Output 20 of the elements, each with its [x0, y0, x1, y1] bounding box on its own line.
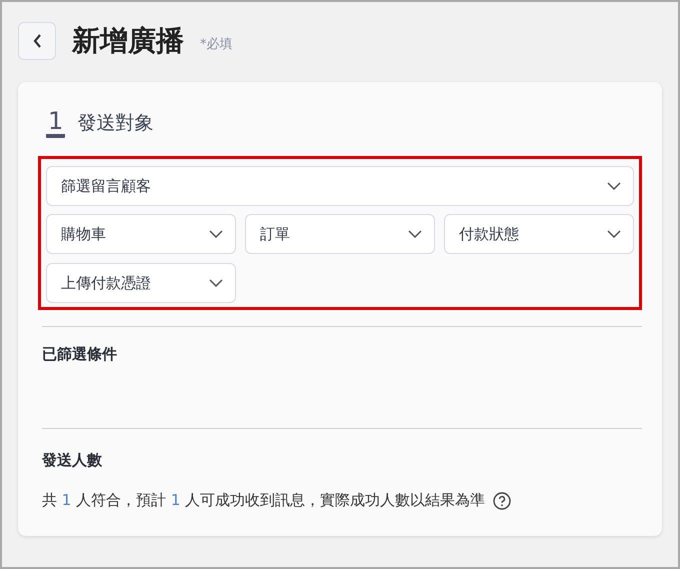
chevron-down-icon [209, 230, 223, 238]
filter-dropdown[interactable]: 購物車 [46, 214, 236, 254]
filter-dropdown[interactable]: 篩選留言顧客 [46, 166, 634, 206]
back-icon [32, 34, 42, 48]
back-button[interactable] [18, 22, 56, 60]
filter-dropdown[interactable]: 上傳付款憑證 [46, 263, 236, 304]
chevron-down-icon [209, 279, 223, 288]
section-title: 已篩選條件 [42, 344, 118, 366]
filter-dropdown[interactable]: 訂單 [245, 214, 435, 254]
chevron-down-icon [607, 230, 621, 238]
chevron-down-icon [607, 182, 621, 190]
filter-dropdown[interactable]: 付款狀態 [444, 214, 634, 254]
section-title: 發送人數 [42, 450, 103, 471]
required-note: *必填 [200, 36, 232, 54]
recipient-summary: 共 1 人符合，預計 1 人可成功收到訊息，實際成功人數以結果為準 [42, 490, 486, 512]
step-number: 1 [46, 108, 66, 138]
page-title: 新增廣播 [72, 24, 184, 58]
help-icon[interactable] [493, 492, 512, 510]
chevron-down-icon [408, 230, 422, 238]
step-title: 發送對象 [77, 110, 154, 136]
